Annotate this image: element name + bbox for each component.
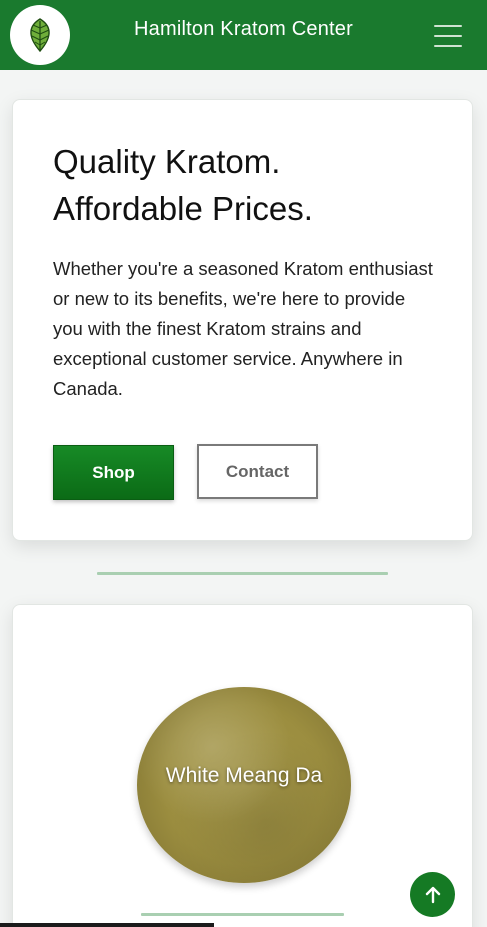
contact-button[interactable]: Contact — [197, 444, 318, 499]
back-to-top-button[interactable] — [410, 872, 455, 917]
product-card: White Meang Da — [12, 604, 473, 927]
product-name[interactable]: White Meang Da — [137, 761, 351, 790]
navbar: Hamilton Kratom Center — [0, 0, 487, 70]
arrow-up-icon — [425, 886, 440, 903]
product-divider — [141, 913, 344, 916]
section-divider — [97, 572, 388, 575]
hero-title-line1: Quality Kratom. — [53, 143, 281, 180]
bottom-bar — [0, 923, 214, 927]
hamburger-menu-icon[interactable] — [429, 22, 467, 50]
hero-title: Quality Kratom. Affordable Prices. — [53, 138, 443, 232]
hero-description: Whether you're a seasoned Kratom enthusi… — [53, 258, 433, 399]
shop-button[interactable]: Shop — [53, 445, 174, 500]
brand-title[interactable]: Hamilton Kratom Center — [0, 18, 487, 41]
hero-title-line2: Affordable Prices. — [53, 190, 313, 227]
hero-card: Quality Kratom. Affordable Prices. Wheth… — [12, 99, 473, 541]
